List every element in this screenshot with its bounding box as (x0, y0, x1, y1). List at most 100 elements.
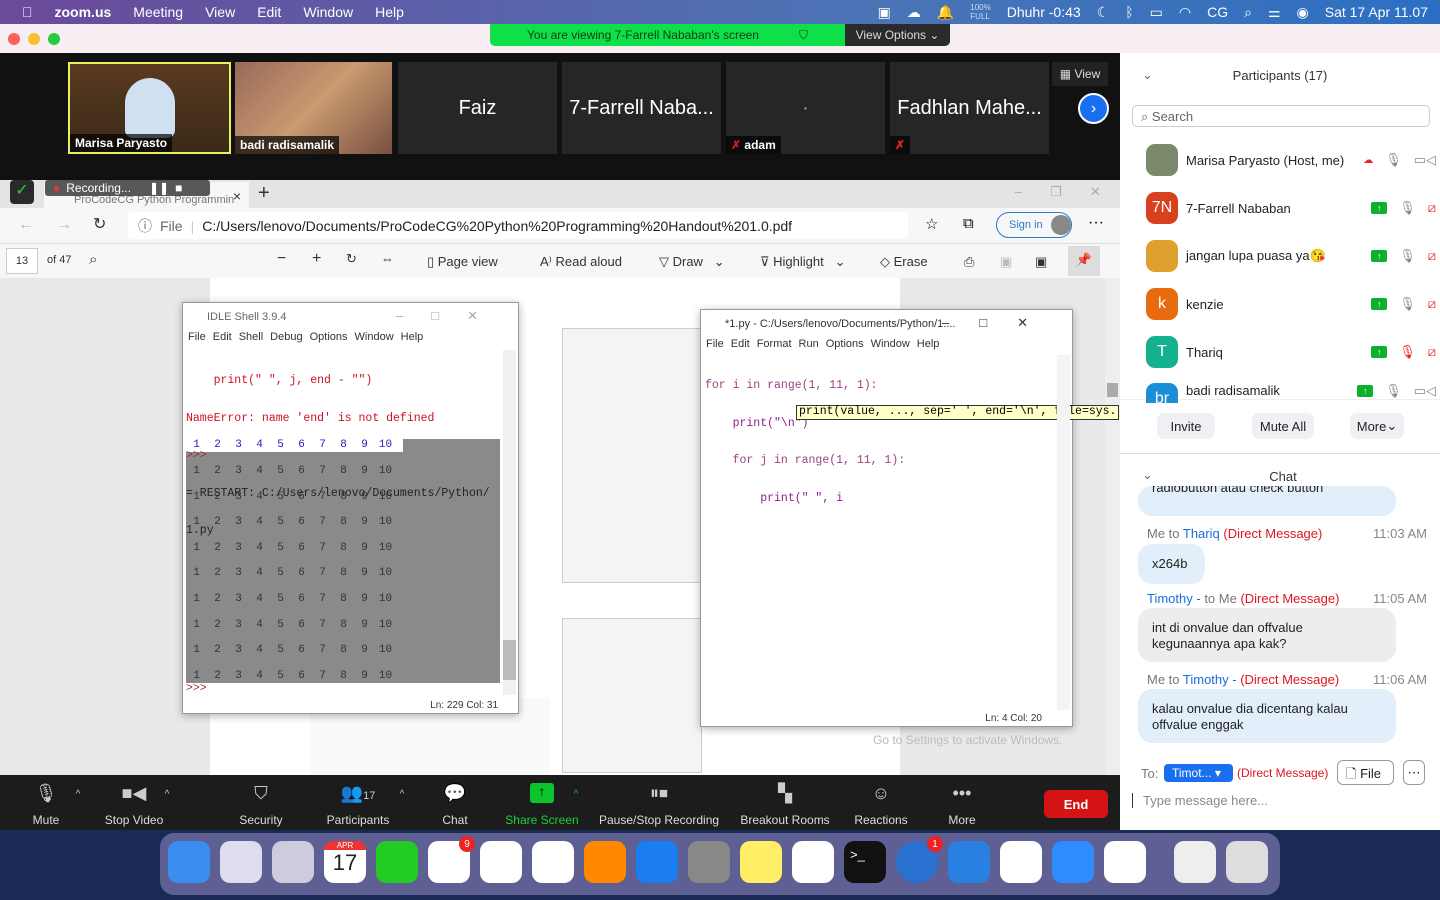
reactions-button[interactable]: Reactions (854, 813, 907, 827)
battery-status[interactable]: 100% FULL (970, 3, 990, 21)
recipient[interactable]: Thariq (1183, 526, 1220, 541)
menu-help[interactable]: Help (401, 331, 424, 348)
recording-indicator[interactable]: ● Recording... ❚❚ ■ (45, 180, 210, 196)
safari-technology-preview-icon[interactable] (1104, 841, 1146, 883)
control-center-icon[interactable]: ⚌ (1268, 4, 1281, 21)
menu-file[interactable]: File (706, 338, 724, 355)
participants-icon[interactable]: 👥17 (341, 783, 376, 804)
bluetooth-icon[interactable]: ᛒ (1125, 4, 1133, 20)
security-button[interactable]: Security (239, 813, 282, 827)
zoom-in-icon[interactable]: + (312, 250, 321, 268)
back-icon[interactable]: ← (18, 216, 34, 234)
menu-options[interactable]: Options (826, 338, 864, 355)
reactions-icon[interactable]: ☺ (872, 783, 890, 804)
chat-button[interactable]: Chat (442, 813, 467, 827)
video-camera-icon[interactable]: ■◀ (122, 783, 147, 804)
participant-row[interactable]: T Thariq ↑ 🎙︎ ⧄ (1146, 335, 1436, 369)
search-icon[interactable]: ⌕ (1244, 4, 1252, 21)
notes-icon[interactable] (740, 841, 782, 883)
print-icon[interactable]: ⎙ (964, 254, 974, 270)
menu-shell[interactable]: Shell (239, 331, 263, 348)
url-input[interactable]: ⓘ File | C:/Users/lenovo/Documents/ProCodeC… (128, 212, 908, 239)
terminal-icon[interactable]: >_ (844, 841, 886, 883)
menu-help[interactable]: Help (917, 338, 940, 355)
invite-button[interactable]: Invite (1157, 413, 1215, 439)
refresh-icon[interactable]: ↻ (93, 214, 106, 234)
scrollbar[interactable] (1105, 278, 1120, 775)
menu-meeting[interactable]: Meeting (133, 4, 183, 20)
microphone-icon[interactable]: 🎙︎ (1385, 383, 1402, 399)
sign-in-button[interactable]: Sign in (996, 212, 1072, 238)
recipient-dropdown[interactable]: Timot... ▾ (1164, 764, 1233, 782)
microphone-icon[interactable]: 🎙︎ (1399, 200, 1416, 216)
more-icon[interactable]: ··· (1088, 214, 1104, 232)
chrome-icon[interactable] (1000, 841, 1042, 883)
pause-stop-recording-icon[interactable]: ⏸⏹ (650, 783, 668, 804)
tweetbot-icon[interactable]: 1 (896, 836, 943, 883)
trash-icon[interactable] (1226, 841, 1268, 883)
video-camera-icon[interactable]: ▭◁ (1414, 152, 1436, 168)
menu-debug[interactable]: Debug (270, 331, 302, 348)
clock[interactable]: Sat 17 Apr 11.07 (1325, 4, 1428, 20)
notification-icon[interactable]: 🔔 (937, 4, 954, 21)
favorites-icon[interactable]: ☆ (925, 215, 938, 233)
safari-icon[interactable] (792, 841, 834, 883)
menu-window[interactable]: Window (303, 4, 353, 20)
video-off-icon[interactable]: ⧄ (1428, 296, 1436, 312)
menu-window[interactable]: Window (355, 331, 394, 348)
draw-button[interactable]: ▽ Draw ⌄ (659, 254, 725, 270)
stop-icon[interactable]: ■ (175, 181, 182, 195)
save-icon[interactable]: ▣ (1000, 254, 1012, 270)
mic-muted-icon[interactable]: 🎙︎ (1399, 344, 1416, 360)
code-editor[interactable]: for i in range(1, 11, 1): print("\n") fo… (705, 355, 905, 530)
microphone-icon[interactable]: 🎙︎ (1399, 296, 1416, 312)
apple-icon[interactable]:  (22, 4, 33, 20)
battery-icon[interactable]: ▭ (1150, 4, 1163, 21)
zoom-out-icon[interactable]: − (277, 250, 286, 268)
video-tile[interactable]: Marisa Paryasto (68, 62, 231, 154)
pin-icon[interactable]: 📌 (1068, 246, 1100, 276)
calendar-icon[interactable]: APR 17 (324, 841, 366, 883)
page-view-button[interactable]: ▯ Page view (427, 254, 498, 270)
prayer-time[interactable]: Dhuhr -0:43 (1007, 4, 1081, 20)
share-screen-button[interactable]: Share Screen (505, 813, 578, 827)
video-off-icon[interactable]: ⧄ (1428, 248, 1436, 264)
search-icon[interactable]: ⌕ (89, 251, 97, 268)
video-tile[interactable]: Fadhlan Mahe... ✗ (890, 62, 1049, 154)
participant-row[interactable]: k kenzie ↑ 🎙︎ ⧄ (1146, 287, 1436, 321)
menu-window[interactable]: Window (871, 338, 910, 355)
breakout-rooms-button[interactable]: Breakout Rooms (740, 813, 829, 827)
view-options-button[interactable]: View Options ⌄ (845, 24, 950, 46)
scrollbar[interactable] (503, 350, 516, 695)
sender[interactable]: Timothy - (1147, 591, 1201, 606)
chat-more-button[interactable]: ⋯ (1403, 760, 1425, 785)
video-tile[interactable]: 7-Farrell Naba... (562, 62, 721, 154)
menu-help[interactable]: Help (375, 4, 404, 20)
participants-button[interactable]: Participants (327, 813, 390, 827)
more-participants-button[interactable]: More ⌄ (1350, 413, 1404, 439)
erase-button[interactable]: ◇ Erase (880, 254, 928, 270)
photos-icon[interactable] (480, 841, 522, 883)
menu-options[interactable]: Options (310, 331, 348, 348)
share-options-caret-icon[interactable]: ^ (574, 789, 579, 800)
recipient[interactable]: Timothy - (1183, 672, 1240, 687)
close-window-button[interactable] (8, 33, 20, 45)
video-tile[interactable]: Faiz (398, 62, 557, 154)
pause-icon[interactable]: ❚❚ (149, 181, 169, 195)
audio-options-caret-icon[interactable]: ^ (76, 789, 81, 800)
participant-row[interactable]: 7N 7-Farrell Nababan ↑ 🎙︎ ⧄ (1146, 191, 1436, 225)
restore-icon[interactable]: ❐ (1050, 184, 1062, 200)
preview-icon[interactable] (272, 841, 314, 883)
close-icon[interactable]: ✕ (1090, 184, 1101, 200)
participant-row[interactable]: br badi radisamalik ↑ 🎙︎ ▭◁ (1146, 383, 1436, 403)
window-controls[interactable]: –□✕ (942, 315, 1058, 331)
microphone-icon[interactable]: 🎙︎ (1385, 152, 1402, 168)
video-off-icon[interactable]: ⧄ (1428, 200, 1436, 216)
books-icon[interactable] (584, 841, 626, 883)
menu-view[interactable]: View (205, 4, 235, 20)
save-as-icon[interactable]: ▣ (1035, 254, 1047, 270)
app-store-icon[interactable] (636, 841, 678, 883)
video-tile[interactable]: · ✗ adam (726, 62, 885, 154)
messages-icon[interactable] (376, 841, 418, 883)
minimize-window-button[interactable] (28, 33, 40, 45)
